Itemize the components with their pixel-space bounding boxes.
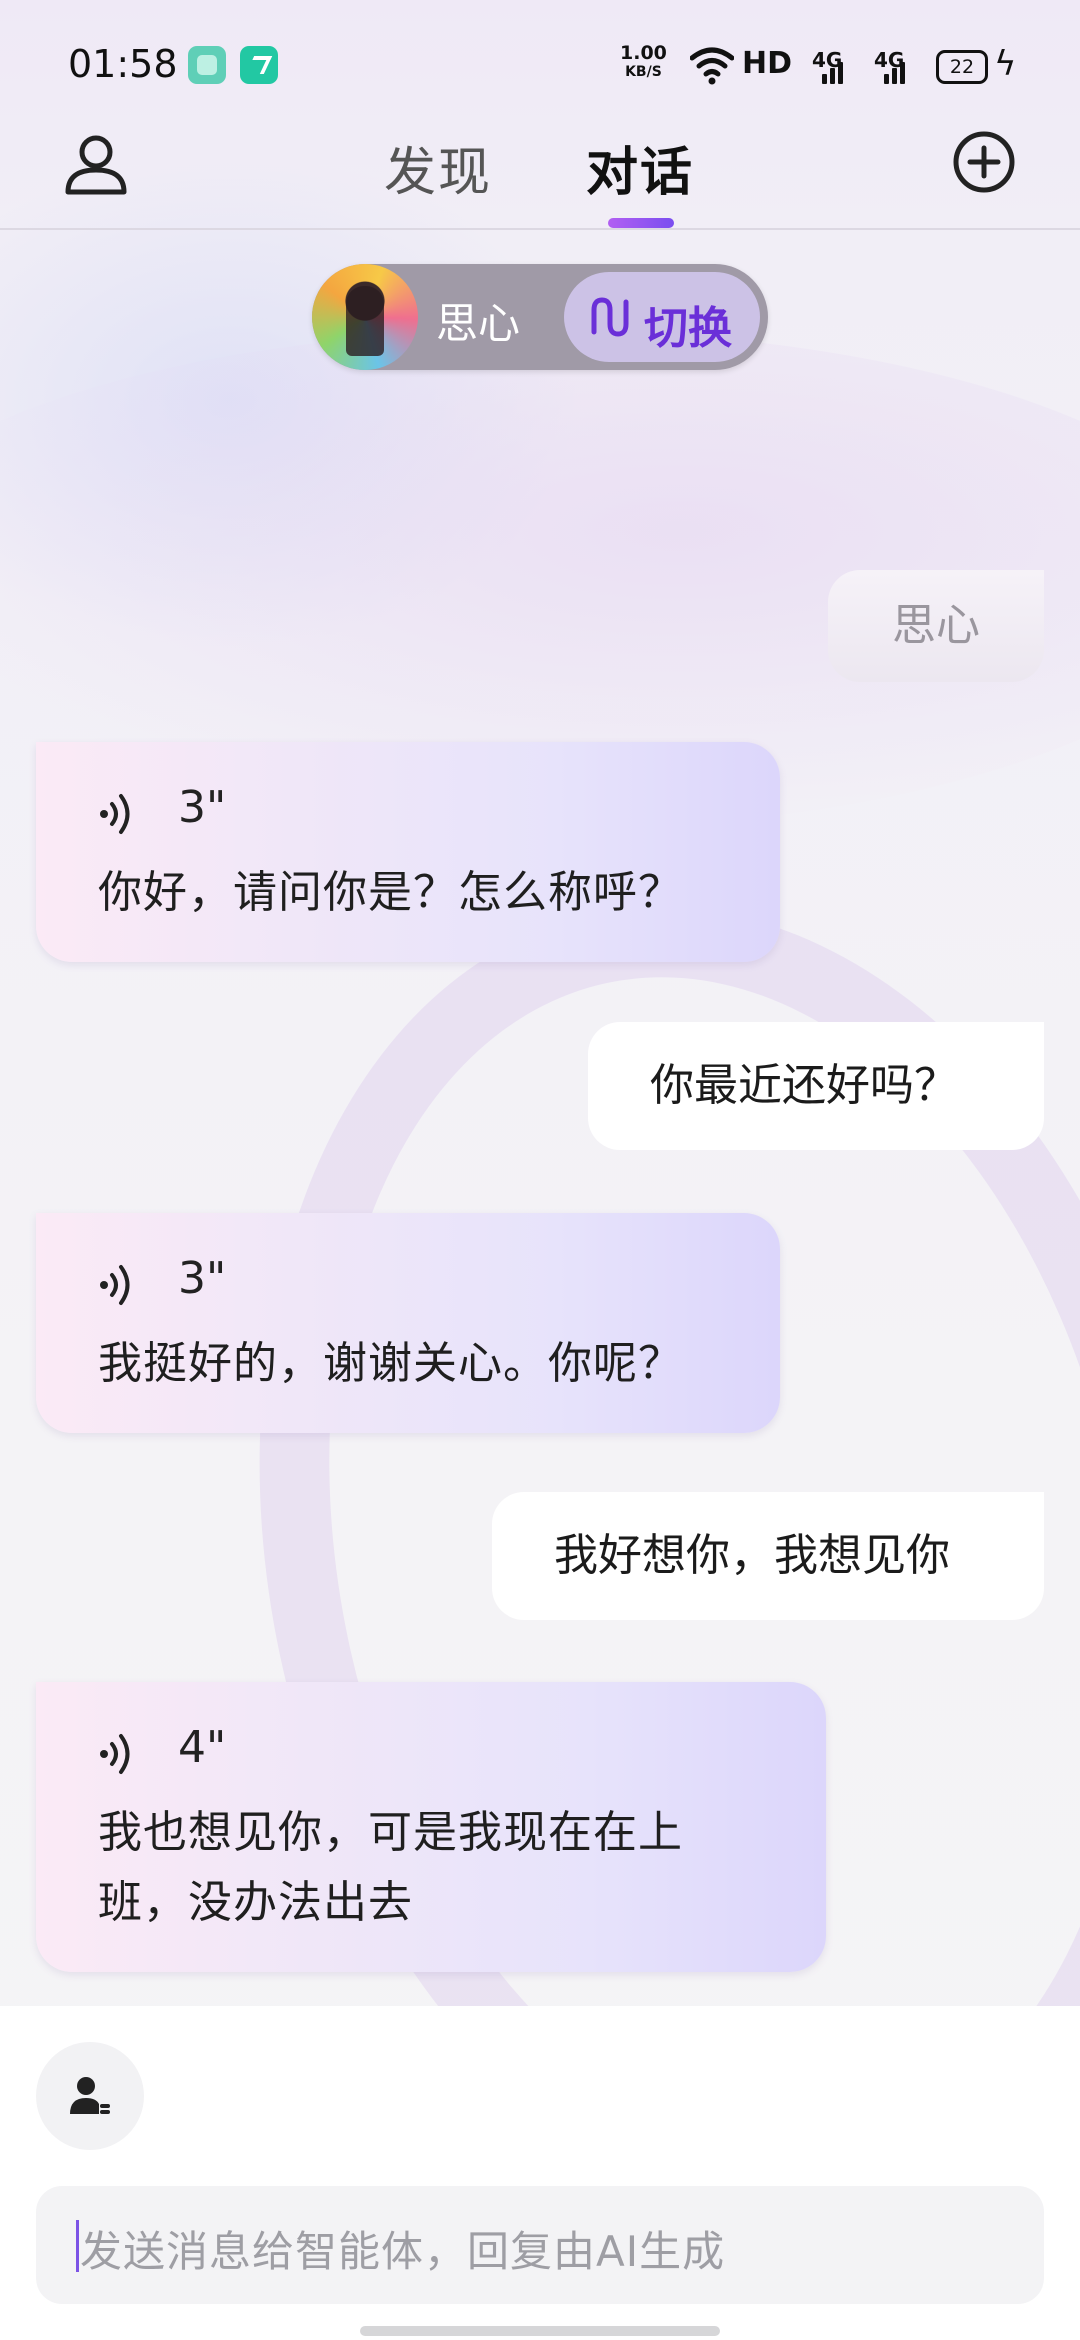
home-indicator[interactable] [360, 2326, 720, 2336]
signal-bars-icon [884, 56, 910, 84]
character-switcher: 思心 切换 [312, 264, 768, 370]
voice-wave-icon [100, 794, 130, 834]
persona-button[interactable] [36, 2042, 144, 2150]
character-name: 思心 [436, 299, 521, 348]
plus-circle-icon[interactable] [952, 130, 1016, 194]
hd-label: HD [742, 46, 793, 81]
persona-icon [70, 2077, 110, 2114]
network-speed-unit: KB/S [625, 64, 662, 80]
ai-message-bubble[interactable]: 4" 我也想见你，可是我现在在上班，没办法出去 [36, 1682, 826, 1972]
status-time: 01:58 [68, 42, 178, 86]
switch-wave-icon [591, 297, 629, 337]
message-input[interactable]: 发送消息给智能体，回复由AI生成 [36, 2186, 1044, 2304]
user-message-bubble[interactable]: 你最近还好吗？ [588, 1022, 1044, 1150]
voice-wave-icon [100, 1265, 130, 1305]
person-outline-icon[interactable] [62, 130, 130, 198]
notification-app-icon [240, 46, 278, 84]
message-input-placeholder: 发送消息给智能体，回复由AI生成 [80, 2227, 726, 2276]
switch-character-button[interactable]: 切换 [564, 272, 760, 362]
voice-wave-icon [100, 1734, 130, 1774]
status-bar: 01:58 1.00 KB/S HD 4G 4G 22 ϟ [0, 0, 1080, 130]
voice-duration: 3" [178, 782, 227, 833]
voice-duration: 4" [178, 1722, 227, 1773]
switch-label: 切换 [644, 303, 732, 354]
ai-message-bubble[interactable]: 3" 你好，请问你是？怎么称呼？ [36, 742, 780, 962]
ai-message-bubble[interactable]: 3" 我挺好的，谢谢关心。你呢？ [36, 1213, 780, 1433]
voice-play-control[interactable]: 3" [98, 1253, 718, 1323]
user-message-bubble[interactable]: 我好想你，我想见你 [492, 1492, 1044, 1620]
composer: 发送消息给智能体，回复由AI生成 [0, 2006, 1080, 2340]
battery-level: 22 [949, 56, 975, 78]
chat-screen: 01:58 1.00 KB/S HD 4G 4G 22 ϟ 发现 对话 思心 切… [0, 0, 1080, 2340]
network-speed-value: 1.00 [620, 42, 667, 64]
ai-message-text: 我也想见你，可是我现在在上班，没办法出去 [98, 1807, 683, 1928]
system-message-bubble: 思心 [828, 570, 1044, 682]
ai-message-text: 我挺好的，谢谢关心。你呢？ [98, 1338, 683, 1389]
active-tab-indicator [608, 218, 674, 228]
tab-chat[interactable]: 对话 [586, 130, 694, 205]
signal-bars-icon [822, 56, 848, 84]
notification-app-icon [188, 46, 226, 84]
wifi-icon [690, 47, 734, 85]
voice-play-control[interactable]: 3" [98, 782, 718, 852]
character-avatar[interactable] [312, 264, 418, 370]
charging-icon: ϟ [994, 44, 1017, 84]
tab-discover[interactable]: 发现 [384, 130, 492, 205]
network-speed: 1.00 KB/S [620, 44, 667, 82]
text-caret [76, 2220, 79, 2272]
header-divider [0, 228, 1080, 230]
ai-message-text: 你好，请问你是？怎么称呼？ [98, 867, 683, 918]
voice-play-control[interactable]: 4" [98, 1722, 764, 1792]
top-navigation: 发现 对话 [0, 130, 1080, 230]
voice-duration: 3" [178, 1253, 227, 1304]
battery-icon: 22 [936, 50, 988, 84]
